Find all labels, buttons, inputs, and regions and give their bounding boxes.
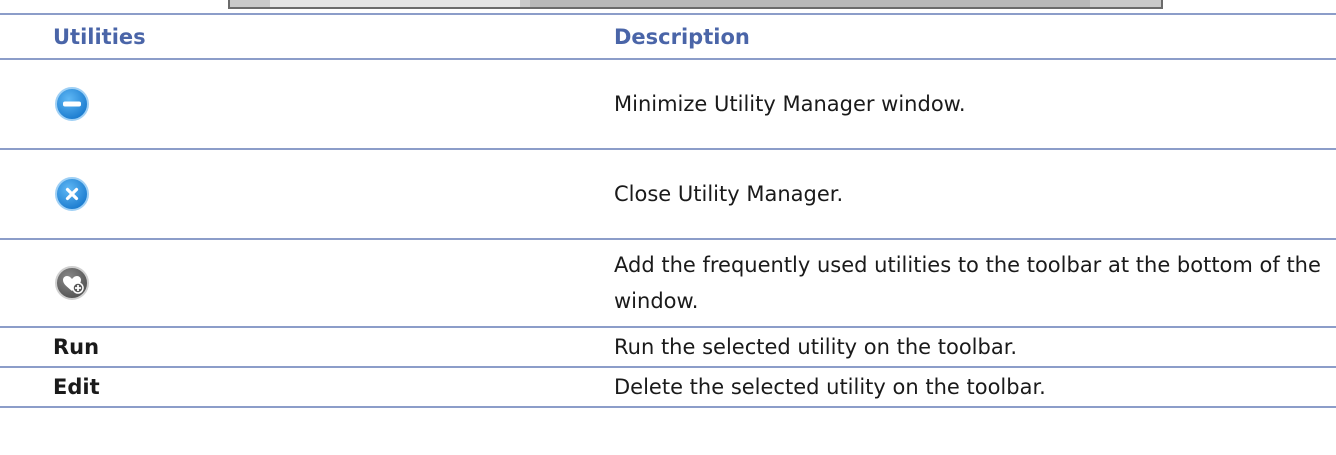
header-description: Description [614,13,1336,60]
utility-cell [0,239,614,328]
table-header-row: Utilities Description [0,13,1336,60]
cropped-screenshot-segment [270,0,520,7]
table-row: Add the frequently used utilities to the… [0,239,1336,328]
close-icon [53,175,91,213]
utility-cell-edit: Edit [0,367,614,408]
description-cell: Run the selected utility on the toolbar. [614,327,1336,368]
cropped-screenshot-segment [530,0,1090,7]
utilities-table: Utilities Description Minimize Utility M… [0,13,1336,408]
description-cell: Minimize Utility Manager window. [614,59,1336,150]
add-favorite-icon [53,264,91,302]
table-row: Minimize Utility Manager window. [0,59,1336,150]
table-row: Run Run the selected utility on the tool… [0,327,1336,368]
description-cell: Add the frequently used utilities to the… [614,239,1336,328]
minimize-icon [53,85,91,123]
table-row: Edit Delete the selected utility on the … [0,367,1336,408]
cropped-screenshot-edge [228,0,1163,9]
utility-cell [0,59,614,150]
utility-cell-run: Run [0,327,614,368]
utility-cell [0,149,614,240]
header-utilities: Utilities [0,13,614,60]
description-cell: Close Utility Manager. [614,149,1336,240]
table-row: Close Utility Manager. [0,149,1336,240]
description-cell: Delete the selected utility on the toolb… [614,367,1336,408]
